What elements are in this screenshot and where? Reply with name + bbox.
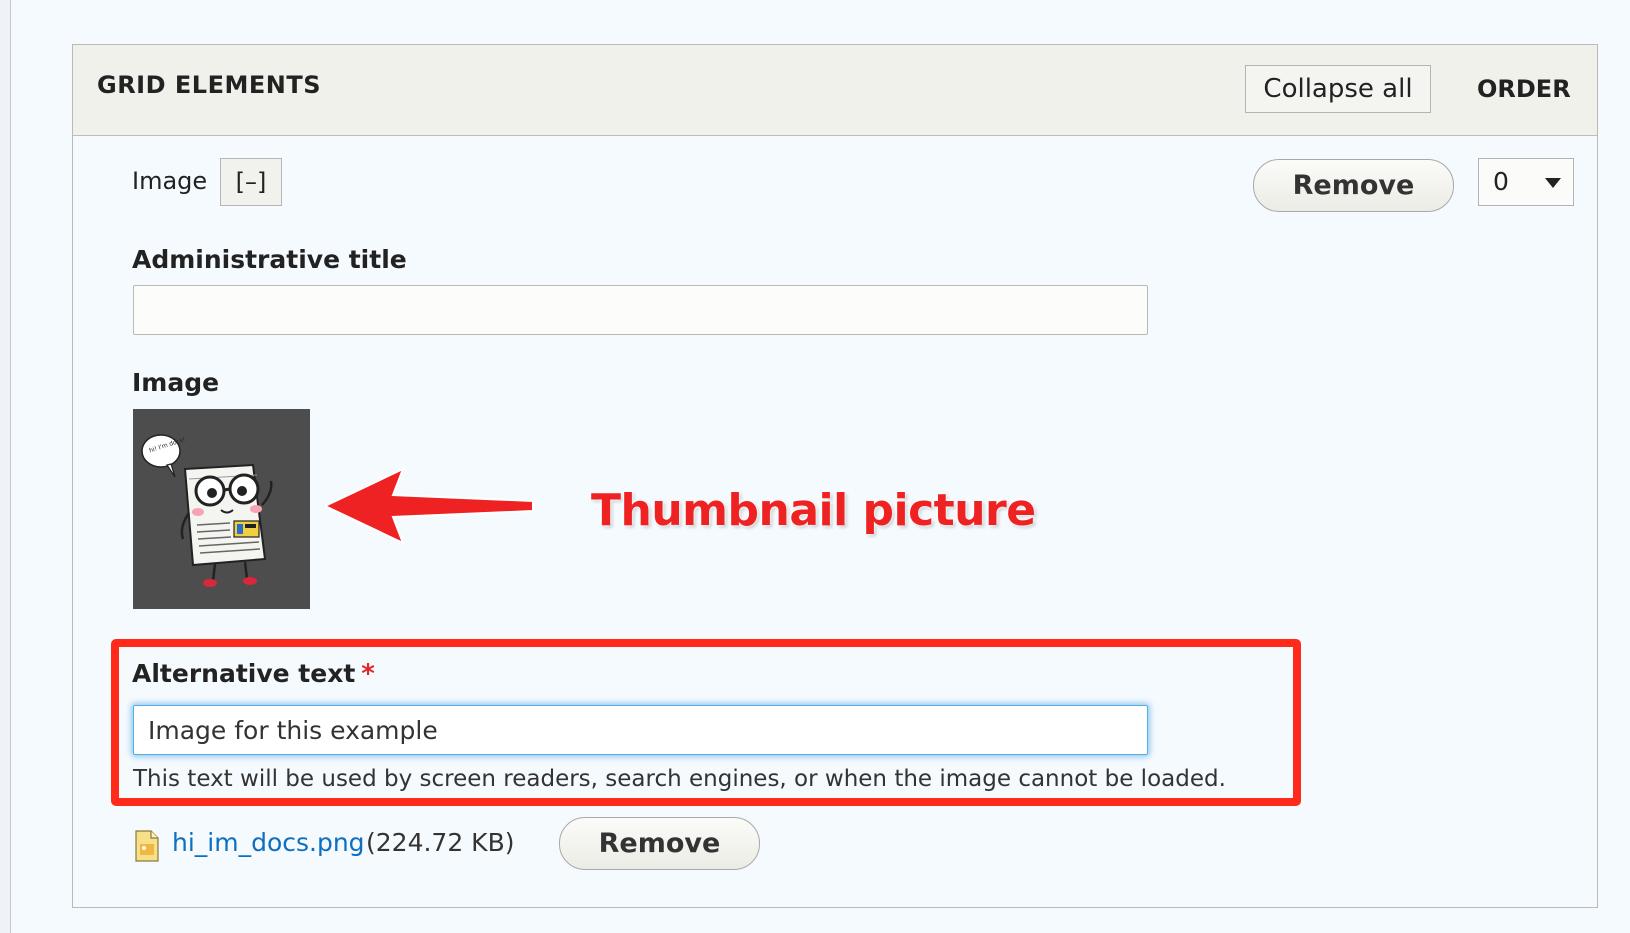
table-header-title: GRID ELEMENTS bbox=[97, 71, 321, 99]
order-column-header: ORDER bbox=[1477, 75, 1571, 103]
table-header: GRID ELEMENTS Collapse all ORDER bbox=[73, 45, 1597, 136]
left-rail bbox=[0, 0, 11, 933]
alt-text-description: This text will be used by screen readers… bbox=[133, 766, 1226, 792]
remove-file-button[interactable]: Remove bbox=[559, 817, 760, 870]
remove-row-button[interactable]: Remove bbox=[1253, 159, 1454, 212]
chevron-down-icon bbox=[1545, 178, 1561, 188]
arrow-left-icon bbox=[325, 467, 534, 545]
admin-title-input[interactable] bbox=[133, 285, 1148, 335]
file-link[interactable]: hi_im_docs.png bbox=[172, 828, 365, 857]
file-image-icon bbox=[135, 830, 159, 862]
order-select-value: 0 bbox=[1493, 167, 1509, 196]
annotation-label: Thumbnail picture bbox=[591, 485, 1036, 536]
admin-title-label: Administrative title bbox=[132, 245, 407, 274]
alt-text-label-text: Alternative text bbox=[132, 659, 356, 688]
grid-elements-table: GRID ELEMENTS Collapse all ORDER Image [… bbox=[72, 44, 1598, 908]
image-field-label: Image bbox=[132, 368, 220, 397]
required-marker: * bbox=[361, 659, 375, 689]
collapse-all-button[interactable]: Collapse all bbox=[1245, 65, 1431, 113]
row-collapse-toggle[interactable]: [–] bbox=[220, 158, 282, 206]
order-select[interactable]: 0 bbox=[1478, 158, 1574, 206]
alt-text-label: Alternative text * bbox=[132, 659, 375, 689]
image-thumbnail: hi! I'm docs! bbox=[133, 409, 310, 609]
alt-text-input[interactable] bbox=[133, 705, 1148, 755]
file-size: (224.72 KB) bbox=[366, 828, 515, 857]
row-type-label: Image bbox=[132, 167, 208, 195]
